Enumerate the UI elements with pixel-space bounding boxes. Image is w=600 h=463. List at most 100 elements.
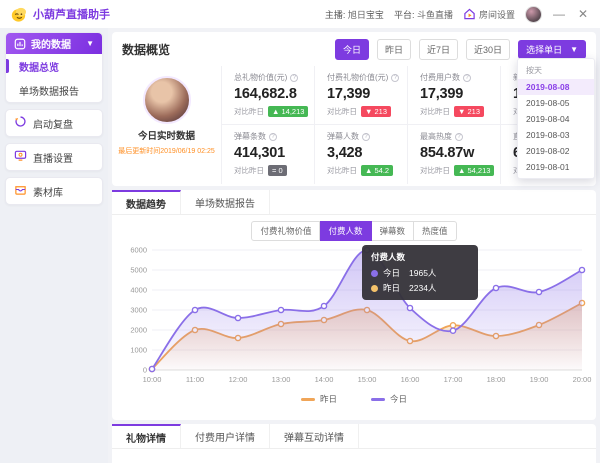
stat-card: 弹幕条数?414,301对比昨日= 0 [222, 125, 315, 184]
metric-chip[interactable]: 弹幕数 [372, 221, 415, 241]
legend-item[interactable]: 昨日 [301, 393, 337, 405]
stat-card: 付费礼物价值(元)?17,399对比昨日▼ 213 [315, 66, 408, 125]
sidebar-item-label: 启动复盘 [33, 116, 73, 131]
stat-compare: 对比昨日▲ 14,213 [234, 106, 314, 117]
stat-label: 付费礼物价值(元)? [327, 72, 407, 83]
trend-tab[interactable]: 数据趋势 [112, 190, 181, 214]
info-icon[interactable]: ? [391, 74, 399, 82]
range-button[interactable]: 昨日 [377, 39, 411, 60]
detail-panel: 礼物详情付费用户详情弹幕互动详情 [112, 424, 596, 463]
stat-label: 最高热度? [420, 131, 500, 142]
last-updated-text: 最后更新时间2019/06/19 02:25 [112, 146, 221, 156]
trend-chart[interactable]: 010002000300040005000600010:0011:0012:00… [116, 242, 594, 390]
sidebar-item-label: 素材库 [33, 184, 63, 199]
range-button[interactable]: 近7日 [419, 39, 458, 60]
streamer-avatar [143, 76, 191, 124]
metric-chip[interactable]: 付费礼物价值 [251, 221, 320, 241]
svg-text:2000: 2000 [130, 326, 147, 335]
tooltip-row: 今日1965人 [371, 267, 469, 279]
trend-panel: 数据趋势单场数据报告 付费礼物价值付费人数弹幕数热度值 010002000300… [112, 190, 596, 420]
user-avatar[interactable] [525, 6, 542, 23]
stat-value: 17,399 [327, 86, 407, 102]
range-button[interactable]: 今日 [335, 39, 369, 60]
svg-text:17:00: 17:00 [444, 375, 463, 384]
app-title: 小葫芦直播助手 [33, 6, 110, 22]
compare-badge: ▲ 54,213 [454, 165, 494, 176]
dropdown-header: 按天 [518, 62, 594, 79]
svg-text:5000: 5000 [130, 266, 147, 275]
svg-text:14:00: 14:00 [315, 375, 334, 384]
stat-card: 总礼物价值(元)?164,682.8对比昨日▲ 14,213 [222, 66, 315, 125]
detail-tab[interactable]: 礼物详情 [112, 424, 181, 448]
tooltip-row: 昨日2234人 [371, 282, 469, 294]
series-dot [371, 270, 378, 277]
svg-text:13:00: 13:00 [272, 375, 291, 384]
legend-item[interactable]: 今日 [371, 393, 407, 405]
monitor-icon [14, 149, 27, 165]
room-settings-button[interactable]: 房间设置 [463, 8, 515, 21]
date-option[interactable]: 2019-08-08 [518, 79, 594, 95]
metric-chip[interactable]: 热度值 [414, 221, 457, 241]
data-chart-icon [14, 38, 26, 50]
svg-text:15:00: 15:00 [358, 375, 377, 384]
stat-label: 总礼物价值(元)? [234, 72, 314, 83]
stat-value: 17,399 [420, 86, 500, 102]
stat-card: 最高热度? 854.87w 对比昨日▲ 54,213 [408, 125, 501, 184]
chart-tooltip: 付费人数 今日1965人昨日2234人 [362, 245, 478, 300]
svg-text:16:00: 16:00 [401, 375, 420, 384]
svg-text:6000: 6000 [130, 246, 147, 255]
stat-compare: 对比昨日= 0 [234, 165, 314, 176]
stat-compare: 对比昨日▲ 54.2 [327, 165, 407, 176]
range-button[interactable]: 近30日 [466, 39, 510, 60]
chevron-down-icon: ▼ [570, 45, 578, 54]
compare-badge: ▲ 54.2 [361, 165, 393, 176]
info-icon[interactable]: ? [455, 133, 463, 141]
svg-text:20:00: 20:00 [573, 375, 592, 384]
library-icon [14, 183, 27, 199]
minimize-button[interactable]: — [552, 7, 566, 21]
close-button[interactable]: ✕ [576, 7, 590, 21]
stat-value: 854.87w [420, 145, 500, 161]
legend-dash [371, 398, 385, 401]
date-option[interactable]: 2019-08-03 [518, 127, 594, 143]
detail-tab[interactable]: 弹幕互动详情 [270, 424, 359, 448]
date-option[interactable]: 2019-08-05 [518, 95, 594, 111]
stat-compare: 对比昨日▼ 213 [420, 106, 500, 117]
detail-tab[interactable]: 付费用户详情 [181, 424, 270, 448]
info-icon[interactable]: ? [269, 133, 277, 141]
stat-label: 弹幕条数? [234, 131, 314, 142]
profile-card: 今日实时数据 最后更新时间2019/06/19 02:25 [112, 66, 222, 184]
select-single-day-button[interactable]: 选择单日 ▼ [518, 40, 586, 59]
sidebar-item[interactable]: 直播设置 [6, 144, 102, 170]
info-icon[interactable]: ? [463, 74, 471, 82]
svg-text:12:00: 12:00 [229, 375, 248, 384]
page-title: 数据概览 [122, 41, 170, 58]
trend-tab[interactable]: 单场数据报告 [181, 190, 270, 214]
date-option[interactable]: 2019-08-04 [518, 111, 594, 127]
stat-card: 付费用户数?17,399对比昨日▼ 213 [408, 66, 501, 125]
svg-text:11:00: 11:00 [186, 375, 204, 384]
sidebar-item[interactable]: 素材库 [6, 178, 102, 204]
date-option[interactable]: 2019-08-02 [518, 143, 594, 159]
svg-text:19:00: 19:00 [530, 375, 549, 384]
svg-text:18:00: 18:00 [487, 375, 506, 384]
svg-text:3000: 3000 [130, 306, 147, 315]
svg-text:1000: 1000 [130, 346, 147, 355]
titlebar: 小葫芦直播助手 主播: 旭日宝宝 平台: 斗鱼直播 房间设置 — ✕ [0, 0, 600, 28]
realtime-data-label: 今日实时数据 [112, 128, 221, 142]
date-option[interactable]: 2019-08-01 [518, 159, 594, 175]
legend-dash [301, 398, 315, 401]
info-icon[interactable]: ? [362, 133, 370, 141]
info-icon[interactable]: ? [290, 74, 298, 82]
compare-badge: ▼ 213 [361, 106, 391, 117]
stat-compare: 对比昨日▲ 54,213 [420, 165, 500, 176]
metric-chip[interactable]: 付费人数 [320, 221, 371, 241]
sidebar: 我的数据 ▼ 数据总览单场数据报告 启动复盘直播设置素材库 [0, 28, 108, 463]
sidebar-item-active[interactable]: 数据总览 [6, 54, 102, 78]
sidebar-item-plain[interactable]: 单场数据报告 [6, 78, 102, 102]
chevron-down-icon: ▼ [86, 39, 94, 48]
sidebar-group-header[interactable]: 我的数据 ▼ [6, 33, 102, 54]
date-dropdown: 按天 2019-08-082019-08-052019-08-042019-08… [517, 58, 595, 179]
sidebar-item[interactable]: 启动复盘 [6, 110, 102, 136]
anchor-info: 主播: 旭日宝宝 [325, 8, 384, 21]
